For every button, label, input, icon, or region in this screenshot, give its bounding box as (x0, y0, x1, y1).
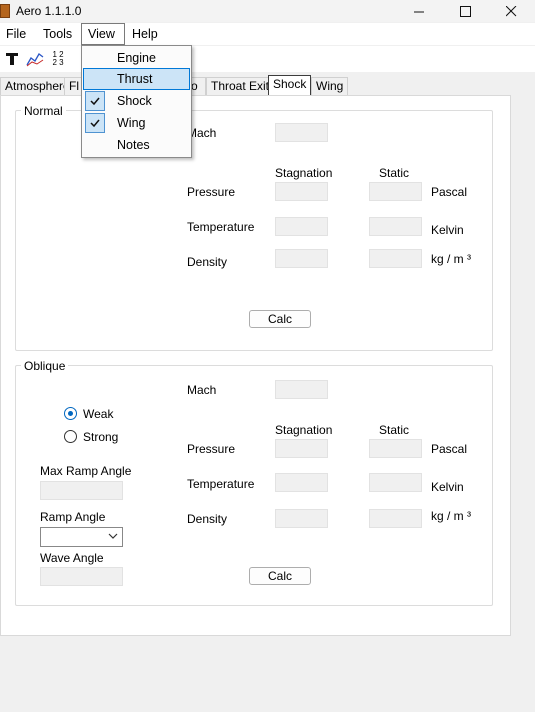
numbers-icon-bottom: 2 3 (52, 58, 64, 67)
normal-pressure-unit: Pascal (431, 185, 468, 199)
normal-density-unit: kg / m ³ (431, 252, 472, 266)
shock-tab-page: Normal Mach Stagnation Static Pressure P… (0, 95, 511, 636)
ramp-angle-label: Ramp Angle (40, 510, 106, 524)
numbers-tool-button[interactable]: 1 2 2 3 (47, 48, 69, 70)
strong-label: Strong (83, 430, 119, 444)
oblique-temperature-static-field[interactable] (369, 473, 422, 492)
menu-view[interactable]: View (81, 23, 125, 45)
normal-pressure-label: Pressure (187, 185, 236, 199)
menu-item-label: Wing (117, 116, 146, 130)
window-title: Aero 1.1.1.0 (16, 4, 82, 18)
check-icon (85, 113, 105, 133)
text-bold-icon (6, 53, 18, 65)
normal-temperature-unit: Kelvin (431, 223, 464, 237)
wave-angle-label: Wave Angle (40, 551, 104, 565)
menu-item-wing[interactable]: Wing (83, 112, 190, 134)
close-button[interactable] (488, 0, 534, 22)
weak-radio[interactable] (64, 407, 77, 420)
menu-bar: File Tools View Help (0, 23, 535, 45)
strong-radio[interactable] (64, 430, 77, 443)
text-tool-button[interactable] (1, 48, 23, 70)
normal-pressure-stagnation-field[interactable] (275, 182, 328, 201)
menu-item-label: Shock (117, 94, 152, 108)
normal-temperature-stagnation-field[interactable] (275, 217, 328, 236)
minimize-button[interactable] (396, 0, 442, 22)
minimize-icon (413, 11, 424, 12)
normal-temperature-static-field[interactable] (369, 217, 422, 236)
close-icon (505, 5, 516, 16)
normal-temperature-label: Temperature (187, 220, 255, 234)
wave-angle-field (40, 567, 123, 586)
menu-item-label: Engine (117, 51, 156, 65)
tab-throat-exit[interactable]: Throat Exit (206, 77, 275, 95)
oblique-pressure-stagnation-field[interactable] (275, 439, 328, 458)
title-bar: Aero 1.1.1.0 (0, 0, 535, 22)
normal-stagnation-header: Stagnation (275, 166, 333, 180)
oblique-temperature-unit: Kelvin (431, 480, 464, 494)
normal-pressure-static-field[interactable] (369, 182, 422, 201)
menu-item-label: Thrust (117, 72, 153, 86)
oblique-temperature-label: Temperature (187, 477, 255, 491)
menu-help[interactable]: Help (126, 23, 164, 45)
max-ramp-angle-label: Max Ramp Angle (40, 464, 132, 478)
oblique-pressure-unit: Pascal (431, 442, 468, 456)
menu-file[interactable]: File (0, 23, 32, 45)
maximize-button[interactable] (442, 0, 488, 22)
menu-item-shock[interactable]: Shock (83, 90, 190, 112)
normal-calc-button[interactable]: Calc (249, 310, 311, 328)
oblique-mach-label: Mach (187, 383, 217, 397)
oblique-density-unit: kg / m ³ (431, 509, 472, 523)
oblique-density-stagnation-field[interactable] (275, 509, 328, 528)
normal-group-title: Normal (21, 104, 66, 118)
oblique-density-static-field[interactable] (369, 509, 422, 528)
normal-density-stagnation-field[interactable] (275, 249, 328, 268)
chevron-down-icon (108, 531, 118, 544)
line-chart-icon (26, 53, 44, 67)
app-icon (0, 4, 10, 18)
tab-shock[interactable]: Shock (268, 75, 312, 95)
oblique-calc-button[interactable]: Calc (249, 567, 311, 585)
oblique-group-title: Oblique (21, 359, 69, 373)
menu-item-notes[interactable]: Notes (83, 134, 190, 156)
oblique-temperature-stagnation-field[interactable] (275, 473, 328, 492)
oblique-density-label: Density (187, 512, 228, 526)
menu-item-thrust[interactable]: Thrust (83, 68, 190, 90)
tab-wing[interactable]: Wing (311, 77, 349, 95)
menu-item-label: Notes (117, 138, 150, 152)
menu-tools[interactable]: Tools (37, 23, 78, 45)
view-dropdown-menu: Engine Thrust Shock Wing Notes (81, 45, 192, 158)
oblique-pressure-label: Pressure (187, 442, 236, 456)
oblique-mach-field[interactable] (275, 380, 328, 399)
normal-mach-field[interactable] (275, 123, 328, 142)
maximize-icon (459, 5, 471, 17)
ramp-angle-dropdown[interactable] (40, 527, 123, 547)
normal-density-static-field[interactable] (369, 249, 422, 268)
oblique-static-header: Static (379, 423, 410, 437)
chart-tool-button[interactable] (24, 48, 46, 70)
normal-static-header: Static (379, 166, 410, 180)
max-ramp-angle-field[interactable] (40, 481, 123, 500)
check-icon (85, 91, 105, 111)
weak-label: Weak (83, 407, 114, 421)
oblique-pressure-static-field[interactable] (369, 439, 422, 458)
oblique-stagnation-header: Stagnation (275, 423, 333, 437)
menu-item-engine[interactable]: Engine (83, 47, 190, 69)
normal-density-label: Density (187, 255, 228, 269)
